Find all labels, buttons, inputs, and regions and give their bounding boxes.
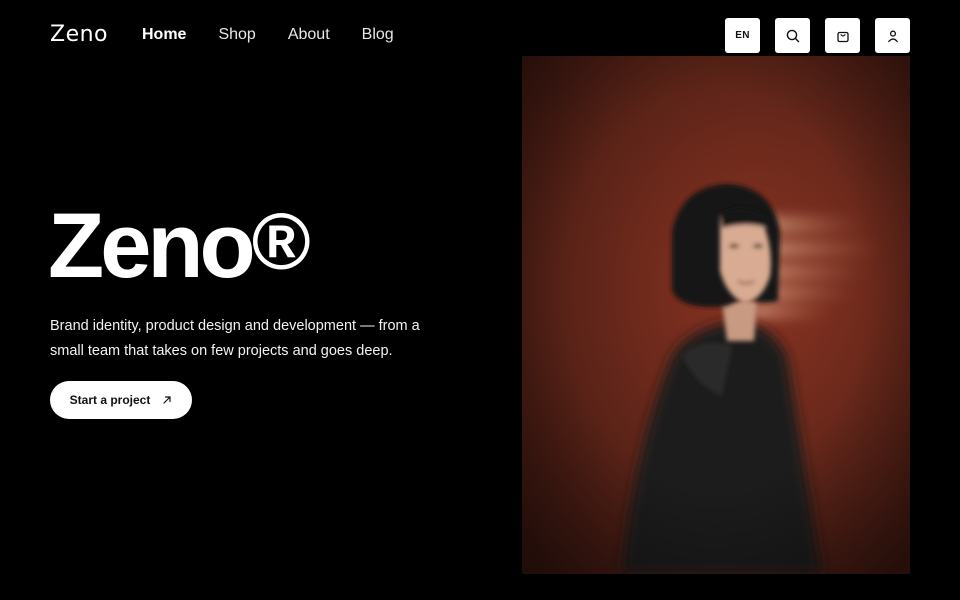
- search-icon: [786, 29, 799, 42]
- start-project-label: Start a project: [69, 393, 151, 407]
- account-button[interactable]: [875, 18, 910, 53]
- portrait-illustration: [522, 56, 910, 574]
- language-label: EN: [735, 30, 750, 41]
- hero-title-text: Zeno: [48, 195, 256, 297]
- nav-link-shop[interactable]: Shop: [218, 26, 255, 44]
- user-icon: [887, 30, 898, 42]
- arrow-up-right-icon: [163, 396, 171, 404]
- start-project-button[interactable]: Start a project: [50, 381, 192, 419]
- header-actions: EN: [725, 18, 910, 53]
- nav-link-blog[interactable]: Blog: [362, 26, 394, 44]
- hero-description: Brand identity, product design and devel…: [50, 318, 420, 359]
- registered-mark: ®: [251, 197, 311, 286]
- cart-button[interactable]: [825, 18, 860, 53]
- hero-title: Zeno®: [48, 197, 311, 292]
- shopping-bag-icon: [836, 31, 849, 42]
- hero-image: [522, 56, 910, 574]
- language-button[interactable]: EN: [725, 18, 760, 53]
- main-nav: Home Shop About Blog: [142, 26, 426, 44]
- nav-link-about[interactable]: About: [288, 26, 330, 44]
- nav-link-home[interactable]: Home: [142, 26, 186, 44]
- logo[interactable]: Zeno: [50, 22, 108, 47]
- page: Zeno Home Shop About Blog EN Zeno® Brand…: [0, 0, 960, 600]
- search-button[interactable]: [775, 18, 810, 53]
